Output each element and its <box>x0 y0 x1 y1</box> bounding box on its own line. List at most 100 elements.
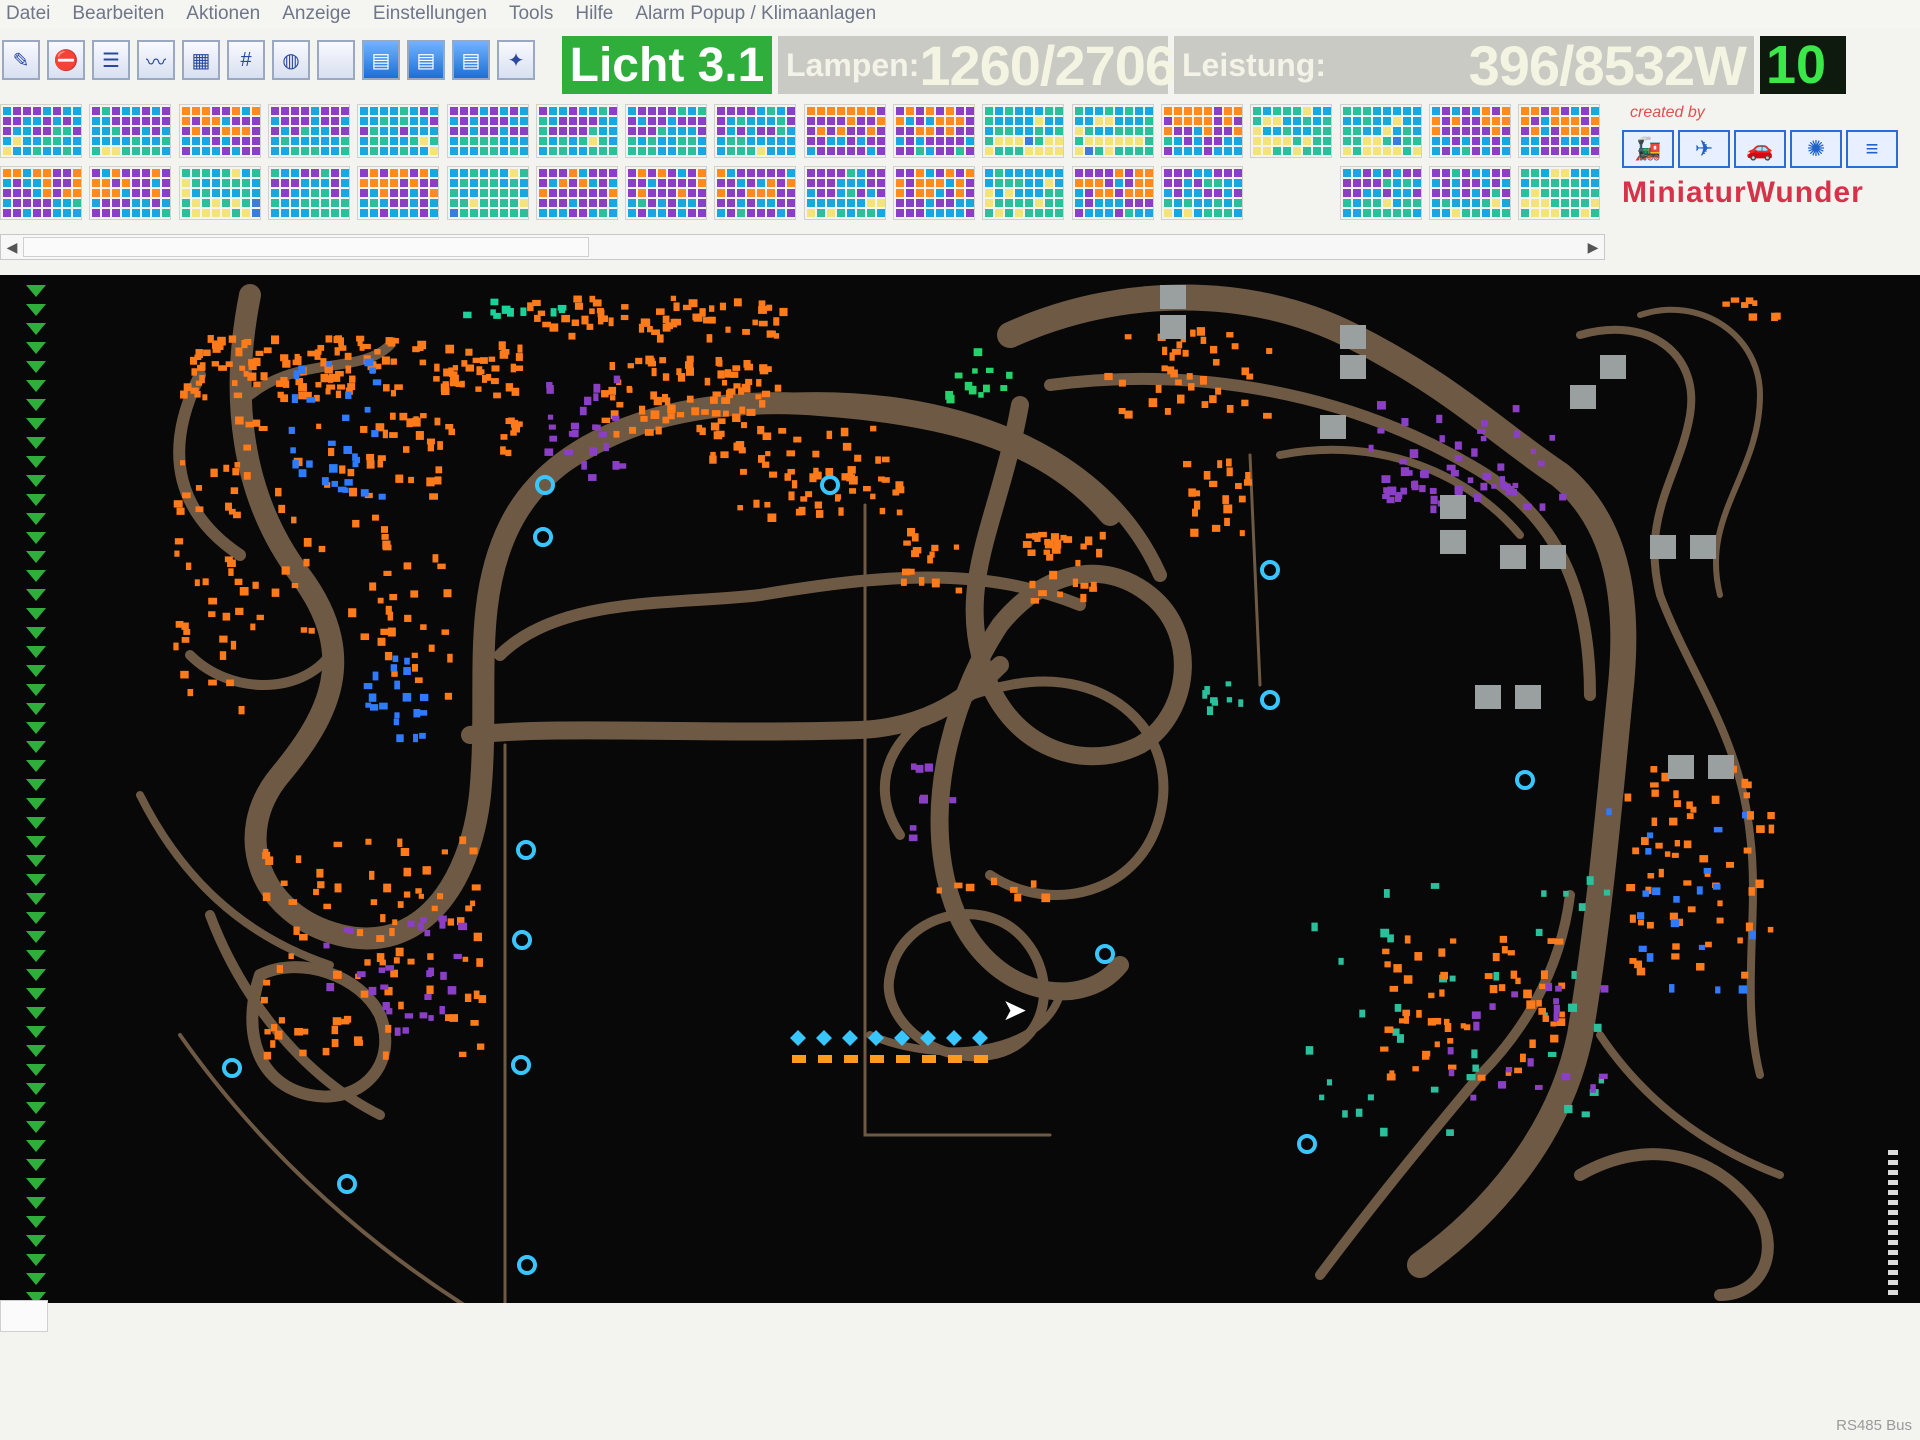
layout-map[interactable]: ➤ <box>0 275 1920 1303</box>
blank-icon[interactable] <box>317 40 355 80</box>
scroll-left-icon[interactable]: ◀ <box>3 237 21 257</box>
extra-value: 10 <box>1760 35 1846 95</box>
preset-thumbnail[interactable] <box>446 166 529 220</box>
preset-thumbnail[interactable] <box>982 104 1065 158</box>
preset-thumbnail[interactable] <box>0 166 82 220</box>
car-icon[interactable]: 🚗 <box>1734 130 1786 168</box>
preset-thumbnail[interactable] <box>1071 166 1154 220</box>
preset-thumbnail[interactable] <box>178 104 261 158</box>
preset-thumbnail[interactable] <box>893 104 975 158</box>
indicator-marker <box>26 304 46 316</box>
indicator-marker <box>26 437 46 449</box>
light-icon[interactable]: ✺ <box>1790 130 1842 168</box>
indicator-marker <box>26 646 46 658</box>
preset-thumbnail[interactable] <box>267 166 350 220</box>
indicator-marker <box>26 1007 46 1019</box>
indicator-marker <box>26 608 46 620</box>
preset-grid <box>0 104 1610 226</box>
menu-aktionen[interactable]: Aktionen <box>186 3 260 25</box>
leistung-value: 396/8532W <box>1468 33 1747 97</box>
list-icon[interactable]: ☰ <box>92 40 130 80</box>
indicator-marker <box>26 456 46 468</box>
indicator-marker <box>26 285 46 297</box>
indicator-marker <box>26 817 46 829</box>
wand-icon[interactable]: ✦ <box>497 40 535 80</box>
preset-thumbnail[interactable] <box>803 166 886 220</box>
preset-thumbnail[interactable] <box>893 166 975 220</box>
menu-datei[interactable]: Datei <box>6 3 50 25</box>
indicator-marker <box>26 1254 46 1266</box>
preset-thumbnail[interactable] <box>89 166 172 220</box>
preset-thumbnail[interactable] <box>178 166 261 220</box>
preset-thumbnail[interactable] <box>714 104 797 158</box>
chart-icon[interactable]: 〰 <box>137 40 175 80</box>
indicator-marker <box>26 532 46 544</box>
horizontal-scrollbar[interactable]: ◀ ▶ <box>0 234 1605 260</box>
indicator-marker <box>26 380 46 392</box>
indicator-marker <box>26 342 46 354</box>
menu-anzeige[interactable]: Anzeige <box>282 3 351 25</box>
train-icon[interactable]: 🚂 <box>1622 130 1674 168</box>
preset-thumbnail[interactable] <box>1518 166 1601 220</box>
preset-thumbnail[interactable] <box>1339 104 1422 158</box>
light-layer <box>173 285 1898 1295</box>
preset-thumbnail[interactable] <box>446 104 529 158</box>
menu-hilfe[interactable]: Hilfe <box>575 3 613 25</box>
preset-thumbnail[interactable] <box>982 166 1065 220</box>
preset-thumbnail[interactable] <box>803 104 886 158</box>
indicator-marker <box>26 969 46 981</box>
extra-icon[interactable]: ≡ <box>1846 130 1898 168</box>
menu-einstellungen[interactable]: Einstellungen <box>373 3 487 25</box>
menu-tools[interactable]: Tools <box>509 3 553 25</box>
counter-icon[interactable]: # <box>227 40 265 80</box>
preset-thumbnail[interactable] <box>1518 104 1601 158</box>
indicator-marker <box>26 418 46 430</box>
preset-thumbnail[interactable] <box>1160 166 1243 220</box>
preset-thumbnail[interactable] <box>1428 166 1511 220</box>
menu-alarm[interactable]: Alarm Popup / Klimaanlagen <box>635 3 876 25</box>
pencil-icon[interactable]: ✎ <box>2 40 40 80</box>
preset-thumbnail[interactable] <box>535 104 618 158</box>
preset-thumbnail[interactable] <box>625 166 708 220</box>
indicator-marker <box>26 703 46 715</box>
indicator-marker <box>26 1235 46 1247</box>
preset-thumbnail[interactable] <box>1428 104 1511 158</box>
preset-thumbnail[interactable] <box>267 104 350 158</box>
preset-thumbnail[interactable] <box>357 166 440 220</box>
preset-thumbnail[interactable] <box>714 166 797 220</box>
layout-icon[interactable]: ▤ <box>362 40 400 80</box>
indicator-marker <box>26 950 46 962</box>
lampen-label: Lampen: <box>786 46 920 83</box>
indicator-marker <box>26 1140 46 1152</box>
preset-thumbnail[interactable] <box>89 104 172 158</box>
plane-icon[interactable]: ✈ <box>1678 130 1730 168</box>
preset-thumbnail[interactable] <box>535 166 618 220</box>
indicator-marker <box>26 1216 46 1228</box>
scroll-right-icon[interactable]: ▶ <box>1584 237 1602 257</box>
mouse-cursor-icon: ➤ <box>1002 994 1028 1027</box>
indicator-marker <box>26 1045 46 1057</box>
preset-thumbnail[interactable] <box>1071 104 1154 158</box>
indicator-marker <box>26 570 46 582</box>
preset-thumbnail[interactable] <box>0 104 82 158</box>
indicator-marker <box>26 323 46 335</box>
toolbar: ✎ ⛔ ☰ 〰 ▦ # ◍ ▤ ▤ ▤ ✦ <box>0 34 560 86</box>
licht-indicator[interactable]: Licht 3.1 <box>562 36 772 94</box>
leistung-box: Leistung: 396/8532W <box>1174 34 1754 97</box>
map-icon[interactable]: ▦ <box>182 40 220 80</box>
preset-thumbnail[interactable] <box>1250 104 1333 158</box>
stop-icon[interactable]: ⛔ <box>47 40 85 80</box>
preset-thumbnail[interactable] <box>625 104 708 158</box>
menu-bearbeiten[interactable]: Bearbeiten <box>72 3 164 25</box>
layout-map-canvas[interactable] <box>0 275 1920 1303</box>
layout-icon[interactable]: ▤ <box>452 40 490 80</box>
indicator-marker <box>26 1083 46 1095</box>
globe-icon[interactable]: ◍ <box>272 40 310 80</box>
preset-thumbnail[interactable] <box>1339 166 1422 220</box>
scroll-thumb[interactable] <box>23 237 589 257</box>
preset-thumbnail[interactable] <box>1160 104 1243 158</box>
indicator-marker <box>26 627 46 639</box>
layout-icon[interactable]: ▤ <box>407 40 445 80</box>
preset-thumbnail[interactable] <box>357 104 440 158</box>
left-indicator-strip <box>26 285 46 1303</box>
